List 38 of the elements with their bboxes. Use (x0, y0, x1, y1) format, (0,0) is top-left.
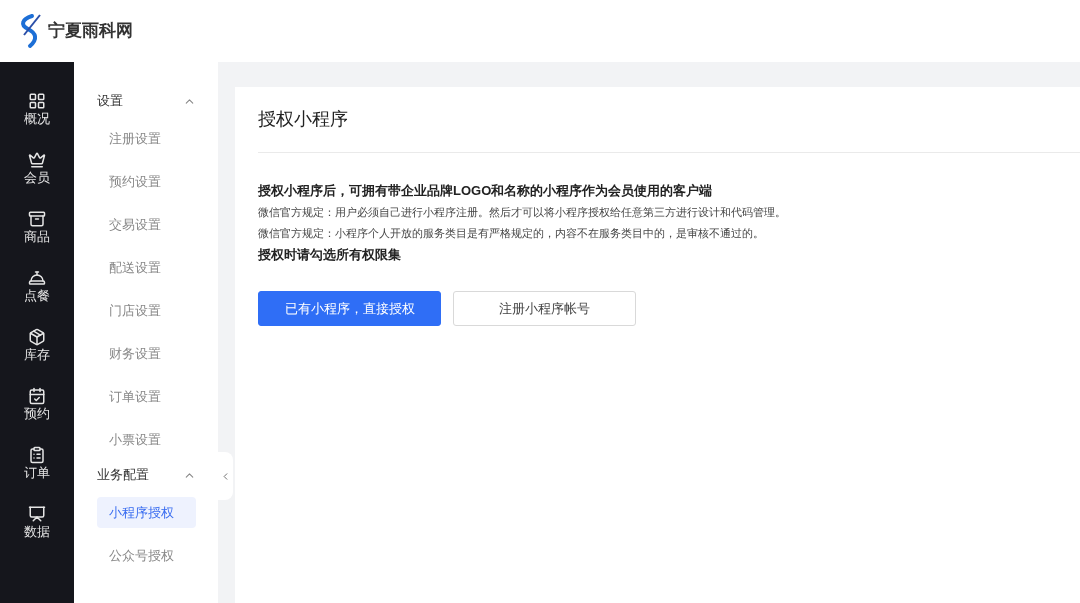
brand-name: 宁夏雨科网 (48, 20, 133, 43)
submenu-item[interactable]: 配送设置 (97, 252, 196, 283)
submenu-item[interactable]: 小票设置 (97, 424, 196, 455)
clipboard-icon (28, 446, 46, 464)
nav-rail-item[interactable]: 数据 (24, 505, 50, 541)
calendar-check-icon (28, 387, 46, 405)
page-title: 授权小程序 (258, 108, 348, 131)
submenu-item[interactable]: 订单设置 (97, 381, 196, 412)
info-note: 微信官方规定：用户必须自己进行小程序注册。然后才可以将小程序授权给任意第三方进行设计和代码管理。 (258, 205, 787, 220)
crown-icon (28, 151, 46, 169)
submenu-item[interactable]: 财务设置 (97, 338, 196, 369)
submenu-item[interactable]: 小程序授权 (97, 497, 196, 528)
submenu-item[interactable]: 预约设置 (97, 166, 196, 197)
box-icon (28, 210, 46, 228)
bell-icon (28, 269, 46, 287)
info-heading: 授权小程序后，可拥有带企业品牌LOGO和名称的小程序作为会员使用的客户端 (258, 182, 714, 200)
authorize-button[interactable]: 已有小程序，直接授权 (258, 291, 441, 326)
nav-rail-item[interactable]: 点餐 (24, 269, 50, 305)
nav-rail-item[interactable]: 库存 (24, 328, 50, 364)
nav-rail-item[interactable]: 订单 (24, 446, 50, 482)
submenu-item[interactable]: 注册设置 (97, 123, 196, 154)
nav-rail-item[interactable]: 商品 (24, 210, 50, 246)
submenu-item[interactable]: 公众号授权 (97, 540, 196, 571)
info-heading: 授权时请勾选所有权限集 (258, 246, 402, 264)
nav-rail-item[interactable]: 概况 (24, 92, 50, 128)
logo-icon (18, 13, 44, 49)
submenu-item[interactable]: 门店设置 (97, 295, 196, 326)
grid-icon (28, 92, 46, 110)
package-icon (28, 328, 46, 346)
presentation-icon (28, 505, 46, 523)
register-button[interactable]: 注册小程序帐号 (453, 291, 636, 326)
submenu-item[interactable]: 交易设置 (97, 209, 196, 240)
nav-rail-item[interactable]: 会员 (24, 151, 50, 187)
menu-group-title: 设置 (97, 92, 123, 111)
nav-rail-item[interactable]: 预约 (24, 387, 50, 423)
info-note: 微信官方规定：小程序个人开放的服务类目是有严格规定的，内容不在服务类目中的，是审核不通过的。 (258, 226, 765, 241)
collapse-handle[interactable] (218, 452, 233, 500)
menu-group-title: 业务配置 (97, 466, 149, 485)
